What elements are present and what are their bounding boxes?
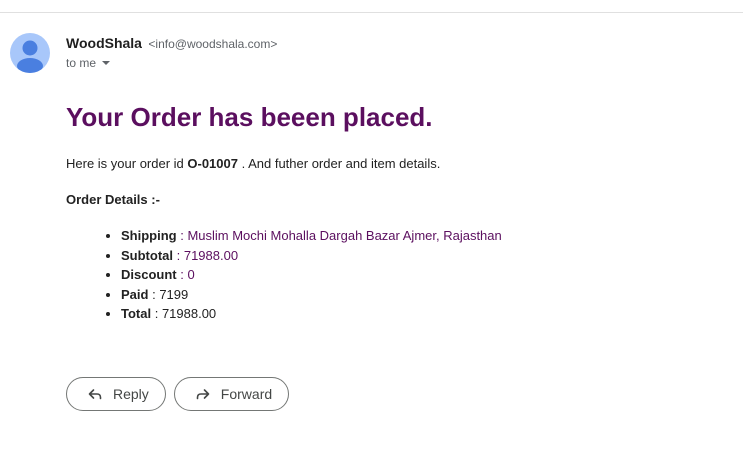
sender-avatar[interactable] (10, 33, 50, 73)
forward-arrow-icon (196, 389, 210, 400)
order-id: O-01007 (187, 156, 238, 171)
person-avatar-icon (17, 40, 43, 73)
detail-value: 7199 (159, 286, 189, 302)
sender-email: <info@woodshala.com> (148, 37, 278, 51)
detail-label: Subtotal (121, 247, 173, 263)
reply-label: Reply (113, 386, 149, 402)
detail-label: Shipping (121, 228, 177, 243)
recipient-label: to me (66, 56, 97, 70)
message-actions: Reply Forward (66, 377, 290, 411)
reply-arrow-icon (88, 389, 102, 400)
detail-value: Muslim Mochi Mohalla Dargah Bazar Ajmer,… (187, 228, 502, 243)
detail-discount: Discount : 0 (121, 265, 716, 285)
detail-label: Total (121, 306, 152, 321)
detail-value: 71988.00 (161, 306, 217, 321)
detail-separator: : (176, 267, 188, 282)
intro-prefix: Here is your order id (66, 156, 188, 171)
top-divider (0, 12, 743, 13)
sender-name[interactable]: WoodShala (66, 35, 142, 51)
intro-suffix: . And futher order and item details. (237, 156, 441, 171)
caret-down-icon (102, 61, 111, 65)
detail-total: Total : 71988.00 (121, 304, 716, 324)
detail-label: Discount (121, 267, 177, 282)
detail-paid: Paid : 7199 (121, 285, 716, 305)
detail-separator: : (176, 228, 188, 243)
forward-button[interactable]: Forward (173, 377, 290, 411)
detail-separator: : (148, 286, 160, 302)
detail-separator: : (173, 247, 184, 263)
detail-separator: : (151, 306, 162, 321)
sender-line: WoodShala <info@woodshala.com> (66, 35, 277, 53)
detail-label: Paid (121, 286, 149, 302)
recipient-details-toggle[interactable]: to me (66, 56, 111, 70)
order-details-list: Shipping : Muslim Mochi Mohalla Dargah B… (66, 226, 716, 324)
reply-button[interactable]: Reply (66, 377, 166, 411)
email-body: Your Order has beeen placed. Here is you… (66, 98, 716, 324)
order-details-title: Order Details :- (66, 192, 160, 207)
intro-paragraph: Here is your order id O-01007 . And futh… (66, 156, 716, 171)
detail-value: 71988.00 (183, 247, 239, 263)
detail-shipping: Shipping : Muslim Mochi Mohalla Dargah B… (121, 226, 716, 246)
detail-subtotal: Subtotal : 71988.00 (121, 246, 716, 266)
detail-value: 0 (187, 267, 195, 282)
email-headline: Your Order has beeen placed. (66, 102, 433, 132)
forward-label: Forward (220, 386, 273, 402)
